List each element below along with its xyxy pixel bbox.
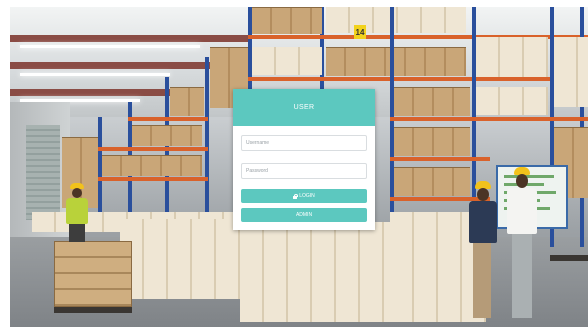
shelf-boxes: [476, 87, 548, 115]
pallet-row: [120, 219, 250, 299]
rack-beam: [128, 117, 208, 121]
ceiling-light: [20, 73, 170, 76]
rack-beam: [248, 77, 588, 81]
rack-beam: [98, 177, 208, 181]
login-card: USER LOGIN ADMIN: [233, 89, 375, 230]
shelf-boxes: [102, 155, 202, 176]
shelf-boxes: [476, 37, 548, 77]
shelf-boxes: [252, 7, 322, 34]
ceiling-beam: [10, 89, 190, 96]
ceiling-beam: [10, 62, 220, 69]
shelf-boxes: [554, 37, 588, 107]
shelf-boxes: [394, 87, 470, 116]
shelf-boxes: [132, 125, 202, 146]
worker-figure: [62, 183, 92, 243]
username-input[interactable]: [241, 135, 367, 151]
rack-beam: [390, 157, 490, 161]
shelf-boxes: [252, 47, 322, 75]
login-title: USER: [233, 89, 375, 126]
shelf-boxes: [326, 47, 466, 76]
roller-door: [26, 125, 60, 220]
shelf-boxes: [326, 7, 466, 33]
login-button-label: LOGIN: [299, 193, 315, 199]
worker-figure: [503, 167, 541, 322]
worker-figure: [465, 181, 499, 321]
password-input[interactable]: [241, 163, 367, 179]
ceiling-light: [20, 45, 200, 48]
pallet-base: [54, 307, 132, 313]
pallet-stack: [54, 241, 132, 307]
login-button[interactable]: LOGIN: [241, 189, 367, 203]
shelf-boxes: [394, 127, 470, 156]
rack-post: [205, 57, 209, 227]
admin-button-label: ADMIN: [295, 212, 313, 218]
ceiling-beam: [10, 35, 250, 42]
rack-beam: [98, 147, 208, 151]
pallet-base: [550, 255, 588, 261]
pallet-row: [240, 222, 390, 322]
shelf-boxes: [394, 167, 470, 196]
shelf-boxes: [170, 87, 204, 116]
rack-beam: [390, 117, 588, 121]
admin-button[interactable]: ADMIN: [241, 208, 367, 222]
rack-post: [165, 77, 169, 227]
rack-sign: 14: [354, 25, 366, 39]
lock-icon: [293, 193, 298, 199]
